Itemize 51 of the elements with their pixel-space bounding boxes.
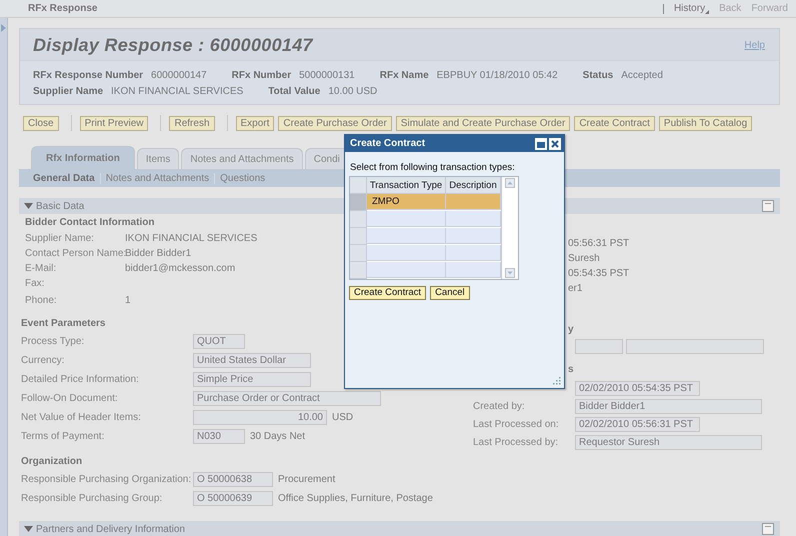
field-label: Currency:: [21, 355, 66, 366]
field-label: Total Value: [268, 86, 320, 97]
field-value: Bidder Bidder1: [125, 248, 192, 259]
field-value: IKON FINANCIAL SERVICES: [125, 233, 258, 244]
field-label: Process Type:: [21, 336, 86, 347]
field-value: 10.00 USD: [328, 86, 378, 97]
field-label: Status: [582, 70, 614, 81]
field-label: Supplier Name:: [25, 233, 95, 244]
field-value: IKON FINANCIAL SERVICES: [111, 86, 244, 97]
dialog-prompt: Select from following transaction types:: [350, 162, 516, 173]
field-value: Accepted: [621, 70, 663, 81]
field-value: 05:54:35 PST: [568, 268, 630, 279]
field-label: Last Processed on:: [473, 418, 560, 430]
field-value: er1: [568, 283, 582, 294]
field-label: Contact Person Name:: [25, 248, 125, 259]
field-value: 05:56:31 PST: [568, 238, 630, 249]
field-label: Net Value of Header Items:: [21, 412, 142, 423]
field-text: 30 Days Net: [250, 431, 306, 442]
field-label: RFx Number: [232, 70, 292, 81]
field-label: RFx Name: [380, 70, 429, 81]
field-label: Created by:: [473, 400, 526, 412]
field-text: Office Supplies, Furniture, Postage: [278, 493, 433, 504]
dialog-title: Create Contract: [350, 138, 426, 149]
field-text: USD: [332, 412, 354, 423]
field-label: Follow-On Document:: [21, 393, 119, 404]
field-label: Last Processed by:: [473, 436, 560, 448]
field-label: Responsible Purchasing Group:: [21, 493, 164, 504]
page-title: Display Response : 6000000147: [33, 35, 313, 56]
column-header: Description: [446, 177, 501, 194]
column-header: Transaction Type: [367, 177, 446, 194]
field-label: RFx Response Number: [33, 70, 144, 81]
group-heading: Event Parameters: [21, 318, 106, 331]
field-label: Supplier Name: [33, 86, 104, 97]
field-label: Detailed Price Information:: [21, 374, 140, 385]
field-value: bidder1@mckesson.com: [125, 263, 236, 274]
field-label: E-Mail:: [25, 263, 58, 274]
field-value: 1: [125, 295, 131, 306]
field-value: 5000000131: [299, 70, 355, 81]
group-heading: Organization: [21, 456, 82, 469]
field-value: Suresh: [568, 253, 600, 264]
window-title: RFx Response: [28, 3, 98, 14]
field-value: EBPBUY 01/18/2010 05:42: [436, 70, 558, 81]
group-heading: y: [568, 324, 574, 335]
group-heading: Bidder Contact Information: [25, 217, 154, 230]
field-label: Terms of Payment:: [21, 431, 106, 442]
field-label: Responsible Purchasing Organization:: [21, 474, 192, 485]
field-label: Phone:: [25, 295, 58, 306]
group-heading: s: [568, 364, 574, 375]
field-text: Procurement: [278, 474, 336, 485]
field-label: Fax:: [25, 278, 46, 289]
field-value: 6000000147: [151, 70, 207, 81]
